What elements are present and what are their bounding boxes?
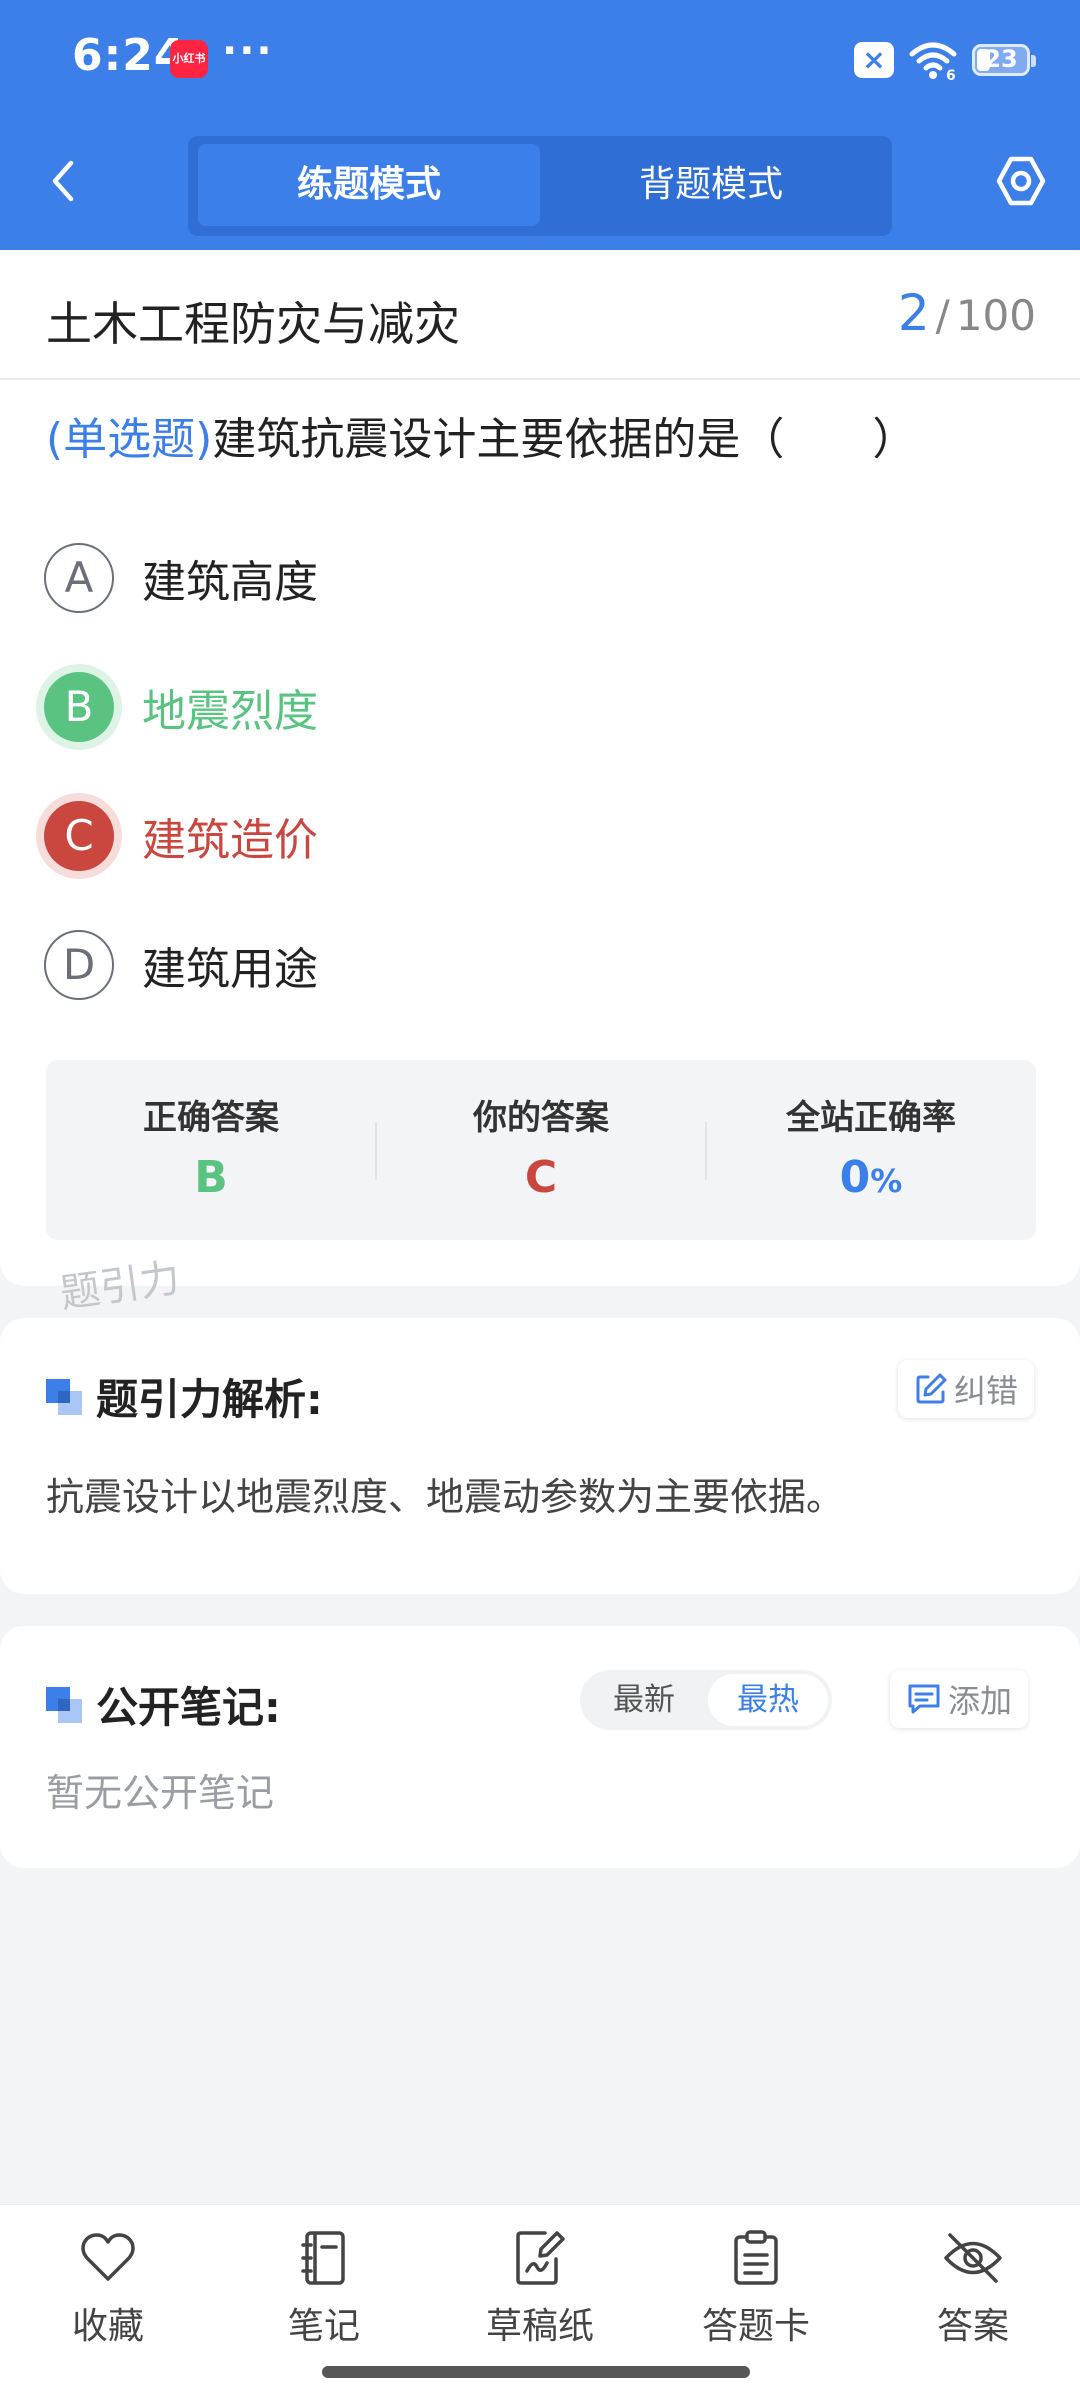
report-error-button[interactable]: 纠错 [898, 1360, 1035, 1418]
option-text: 建筑造价 [142, 815, 318, 866]
battery-icon: 23 [972, 44, 1036, 76]
tab-practice-mode[interactable]: 练题模式 [198, 144, 540, 226]
subject-row: 土木工程防灾与减灾 2/100 [0, 250, 1080, 380]
counter-separator: / [935, 291, 950, 340]
option-text: 地震烈度 [142, 686, 318, 737]
rate-number: 0 [839, 1152, 871, 1203]
svg-text:6: 6 [946, 68, 956, 80]
section-squares-icon [46, 1378, 82, 1415]
analysis-heading: 题引力解析: [46, 1366, 323, 1427]
analysis-title: 题引力解析: [96, 1375, 323, 1424]
answer-card-label: 答题卡 [701, 2306, 810, 2347]
settings-button[interactable] [986, 146, 1056, 216]
heart-icon [81, 2233, 135, 2281]
question-type: (单选题) [46, 414, 213, 465]
subject-title: 土木工程防灾与减灾 [46, 297, 460, 351]
sort-latest[interactable]: 最新 [584, 1674, 704, 1726]
correct-answer: 正确答案 B [46, 1060, 376, 1240]
question-stem: 建筑抗震设计主要依据的是（ ） [212, 414, 917, 465]
add-note-button[interactable]: 添加 [890, 1670, 1029, 1728]
status-bar: 6:24 小红书 ··· × 6 23 [0, 0, 1080, 118]
status-time: 6:24 [72, 30, 186, 81]
chevron-left-icon [52, 160, 74, 202]
option-c[interactable]: C 建筑造价 [44, 798, 944, 874]
scratch-paper-button[interactable]: 草稿纸 [460, 2225, 620, 2355]
answer-summary: 正确答案 B 你的答案 C 全站正确率 0% [46, 1060, 1036, 1240]
question-text: (单选题)建筑抗震设计主要依据的是（ ） [46, 412, 1036, 468]
top-bar: 6:24 小红书 ··· × 6 23 练题模式 背题模式 [0, 0, 1080, 250]
wifi-icon: 6 [909, 42, 957, 80]
option-text: 建筑用途 [142, 944, 318, 995]
your-answer-label: 你的答案 [473, 1098, 609, 1138]
tab-memorize-mode[interactable]: 背题模式 [540, 144, 882, 226]
notes-sort-toggle: 最新 最热 [580, 1670, 832, 1730]
question-counter: 2/100 [898, 284, 1036, 342]
answer-card-button[interactable]: 答题卡 [676, 2225, 836, 2355]
no-sim-icon: × [854, 42, 894, 78]
option-d[interactable]: D 建筑用途 [44, 927, 944, 1003]
your-answer-value: C [524, 1152, 558, 1203]
answer-label: 答案 [936, 2306, 1009, 2347]
public-notes-card: 公开笔记: 最新 最热 添加 暂无公开笔记 [0, 1626, 1080, 1868]
more-notifications-icon: ··· [222, 28, 274, 74]
settings-hexagon-icon [996, 156, 1046, 206]
notes-button[interactable]: 笔记 [244, 2225, 404, 2355]
clipboard-icon [734, 2230, 778, 2285]
sort-hottest[interactable]: 最热 [708, 1674, 828, 1726]
your-answer: 你的答案 C [376, 1060, 706, 1240]
status-icons: × 6 23 [854, 38, 1036, 82]
option-a[interactable]: A 建筑高度 [44, 540, 944, 616]
notebook-icon [301, 2231, 345, 2285]
site-correct-rate: 全站正确率 0% [706, 1060, 1036, 1240]
toggle-answer-button[interactable]: 答案 [893, 2225, 1053, 2355]
section-squares-icon [46, 1686, 82, 1723]
rate-unit: % [870, 1162, 903, 1200]
analysis-text: 抗震设计以地震烈度、地震动参数为主要依据。 [46, 1475, 845, 1519]
scratch-paper-label: 草稿纸 [485, 2306, 594, 2347]
analysis-card: 题引力解析: 纠错 抗震设计以地震烈度、地震动参数为主要依据。 [0, 1318, 1080, 1594]
report-error-label: 纠错 [954, 1372, 1019, 1410]
add-note-label: 添加 [948, 1682, 1013, 1720]
eye-off-icon [944, 2233, 1002, 2283]
comment-icon [908, 1684, 940, 1714]
xiaohongshu-notification-icon: 小红书 [170, 40, 208, 78]
battery-level: 23 [984, 45, 1018, 73]
home-indicator[interactable] [322, 2366, 750, 2378]
favorite-label: 收藏 [71, 2306, 144, 2347]
mode-switch: 练题模式 背题模式 [188, 136, 892, 236]
option-letter: C [44, 801, 114, 871]
option-text: 建筑高度 [142, 557, 318, 608]
option-letter: B [44, 672, 114, 742]
nav-row: 练题模式 背题模式 [0, 118, 1080, 250]
option-b[interactable]: B 地震烈度 [44, 669, 944, 745]
notes-empty-text: 暂无公开笔记 [46, 1771, 275, 1815]
site-correct-rate-value: 0% [706, 1152, 1036, 1203]
notes-heading: 公开笔记: [46, 1674, 281, 1735]
edit-icon [916, 1373, 947, 1404]
back-button[interactable] [30, 148, 96, 214]
site-correct-rate-label: 全站正确率 [786, 1098, 956, 1138]
favorite-button[interactable]: 收藏 [28, 2225, 188, 2355]
correct-answer-label: 正确答案 [143, 1098, 279, 1138]
total-question-number: 100 [955, 291, 1036, 340]
correct-answer-value: B [194, 1152, 228, 1203]
option-letter: A [44, 543, 114, 613]
draft-paper-icon [516, 2231, 565, 2285]
option-letter: D [44, 930, 114, 1000]
question-card: 土木工程防灾与减灾 2/100 (单选题)建筑抗震设计主要依据的是（ ） A 建… [0, 250, 1080, 1286]
current-question-number: 2 [897, 284, 930, 342]
notes-label: 笔记 [287, 2306, 360, 2347]
notes-title: 公开笔记: [96, 1683, 281, 1732]
